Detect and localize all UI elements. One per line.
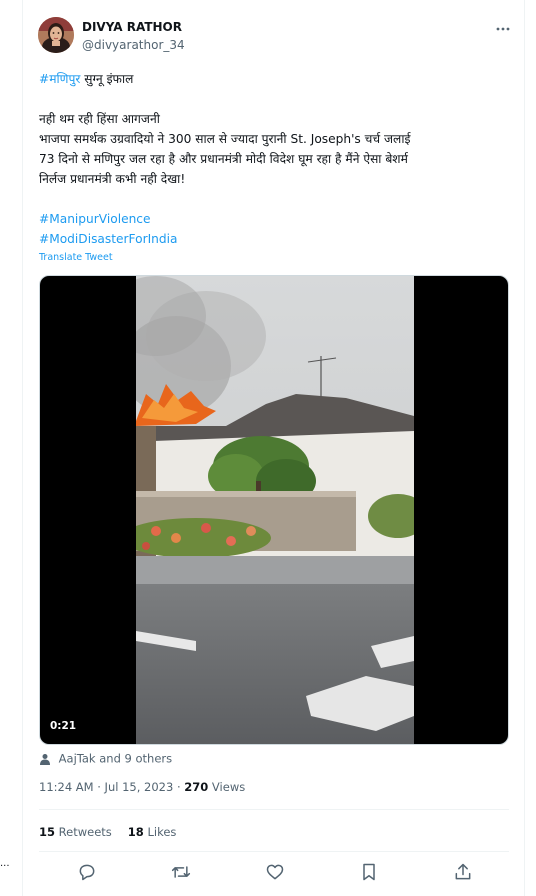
retweets-stat[interactable]: 15 Retweets	[39, 825, 112, 839]
retweet-icon[interactable]	[171, 862, 193, 884]
timestamp[interactable]: 11:24 AM · Jul 15, 2023 ·	[39, 780, 184, 794]
hashtag-modi-disaster[interactable]: #ModiDisasterForIndia	[39, 232, 177, 246]
likes-label: Likes	[143, 825, 177, 839]
tweet-meta: 11:24 AM · Jul 15, 2023 · 270 Views	[39, 780, 245, 794]
retweets-count: 15	[39, 825, 56, 839]
retweets-label: Retweets	[55, 825, 112, 839]
avatar[interactable]	[38, 17, 74, 53]
action-bar	[39, 862, 509, 888]
views-count: 270	[184, 780, 209, 794]
tweet-text-line5: निर्लज प्रधानमंत्री कभी नही देखा!	[39, 172, 186, 186]
divider	[39, 809, 509, 810]
views-label: Views	[208, 780, 246, 794]
likes-count: 18	[127, 825, 144, 839]
video-frame	[136, 276, 414, 744]
more-dots-icon[interactable]	[494, 20, 512, 38]
hashtag-manipur-violence[interactable]: #ManipurViolence	[39, 212, 151, 226]
reply-icon[interactable]	[77, 862, 99, 884]
column-border-right	[524, 0, 525, 896]
author-name[interactable]: DIVYA RATHOR	[82, 20, 182, 34]
left-edge-dots: ...	[0, 858, 10, 869]
tagged-people-label: AajTak and 9 others	[58, 751, 173, 766]
author-handle[interactable]: @divyarathor_34	[82, 38, 185, 52]
divider	[39, 851, 509, 852]
hashtag-manipur[interactable]: #मणिपुर	[39, 72, 80, 86]
video-duration: 0:21	[50, 720, 77, 732]
bookmark-icon[interactable]	[359, 862, 381, 884]
tweet-text: #मणिपुर सुग्नू इंफाल नही थम रही हिंसा आग…	[39, 69, 509, 249]
tweet-header: DIVYA RATHOR @divyarathor_34	[38, 17, 514, 57]
share-icon[interactable]	[453, 862, 475, 884]
translate-tweet-link[interactable]: Translate Tweet	[39, 252, 113, 263]
tweet-stats: 15 Retweets 18 Likes	[39, 825, 176, 839]
person-icon	[40, 753, 50, 765]
tagged-people[interactable]: AajTak and 9 others	[39, 751, 172, 767]
tweet-text-line3: भाजपा समर्थक उग्रवादियो ने 300 साल से ज्…	[39, 132, 411, 146]
video-player[interactable]: 0:21	[39, 275, 509, 745]
likes-stat[interactable]: 18 Likes	[128, 825, 177, 839]
tweet-text-line1: सुग्नू इंफाल	[80, 72, 134, 86]
like-icon[interactable]	[265, 862, 287, 884]
tweet-text-line4: 73 दिनो से मणिपुर जल रहा है और प्रधानमंत…	[39, 152, 408, 166]
tweet: DIVYA RATHOR @divyarathor_34 #मणिपुर सुग…	[23, 0, 524, 896]
tweet-text-line2: नही थम रही हिंसा आगजनी	[39, 112, 160, 126]
